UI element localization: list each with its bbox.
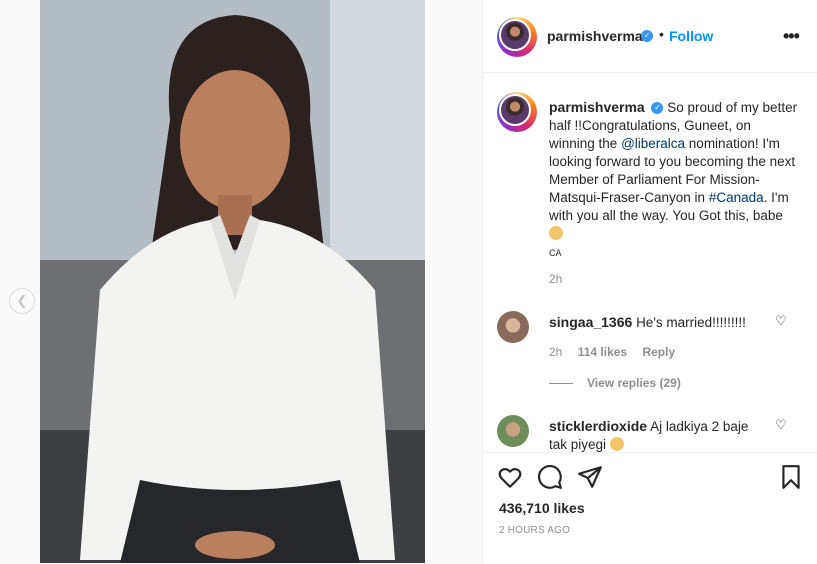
reply-button[interactable]: Reply <box>642 345 675 359</box>
comment-username[interactable]: singaa_1366 <box>549 314 632 330</box>
post-header: parmishverma ✓ • Follow ••• <box>483 0 817 73</box>
laughing-emoji-icon <box>609 437 624 451</box>
comment-likes[interactable]: 114 likes <box>578 345 627 359</box>
separator-dot: • <box>659 26 664 42</box>
post-photo[interactable] <box>40 0 425 563</box>
caption-text: parmishverma ✓ So proud of my better hal… <box>549 98 799 262</box>
share-icon[interactable] <box>577 464 603 490</box>
comment-text: He's married!!!!!!!!! <box>636 315 746 330</box>
post-actions: 436,710 likes 2 HOURS AGO <box>483 452 817 564</box>
verified-badge-icon: ✓ <box>651 102 664 115</box>
comment-body: singaa_1366 He's married!!!!!!!!! <box>549 313 769 332</box>
chevron-left-icon: ❮ <box>16 293 28 308</box>
comment-like-heart-icon[interactable]: ♡ <box>775 313 787 329</box>
caption-username[interactable]: parmishverma <box>549 99 645 115</box>
view-replies-button[interactable]: View replies (29) <box>549 376 681 390</box>
post-side-panel: parmishverma ✓ • Follow ••• parmishverma… <box>482 0 817 564</box>
hashtag-link[interactable]: #Canada <box>709 190 764 205</box>
caption-time[interactable]: 2h <box>549 272 562 286</box>
more-options-button[interactable]: ••• <box>783 26 800 47</box>
country-code: CA <box>549 248 562 258</box>
comment-body: sticklerdioxide Aj ladkiya 2 baje tak pi… <box>549 417 769 454</box>
view-replies-label: View replies (29) <box>587 376 681 390</box>
comment-username[interactable]: sticklerdioxide <box>549 418 647 434</box>
comment-time[interactable]: 2h <box>549 345 562 359</box>
avatar[interactable] <box>497 92 537 132</box>
view-replies-line <box>549 383 573 385</box>
heart-icon[interactable] <box>497 464 523 490</box>
carousel-prev-button[interactable]: ❮ <box>9 288 35 314</box>
comment-like-heart-icon[interactable]: ♡ <box>775 417 787 433</box>
follow-button[interactable]: Follow <box>669 28 713 44</box>
comment-icon[interactable] <box>537 464 563 490</box>
avatar[interactable] <box>497 17 537 57</box>
woman-portrait-image <box>40 0 425 563</box>
bookmark-icon[interactable] <box>778 464 804 490</box>
post-timestamp[interactable]: 2 HOURS AGO <box>499 525 570 536</box>
likes-count[interactable]: 436,710 likes <box>499 500 585 516</box>
avatar[interactable] <box>497 415 529 447</box>
verified-badge-icon: ✓ <box>641 30 653 42</box>
avatar[interactable] <box>497 311 529 343</box>
username[interactable]: parmishverma <box>547 28 643 44</box>
mention-link[interactable]: @liberalca <box>621 136 685 151</box>
comment-meta: 2h 114 likes Reply <box>549 345 687 359</box>
emoji-icon <box>549 226 563 240</box>
